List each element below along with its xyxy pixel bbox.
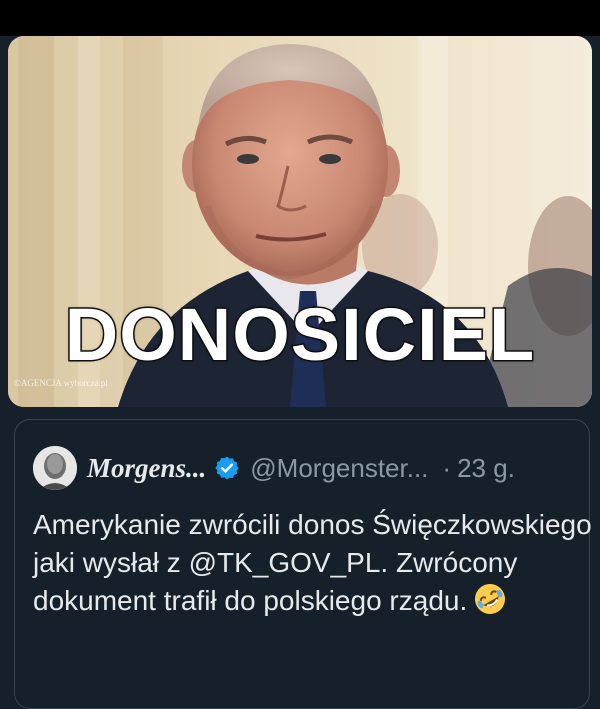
display-name[interactable]: Morgens... xyxy=(87,453,206,484)
photo-watermark: ©AGENCJA wyborcza.pl xyxy=(14,378,108,388)
quoted-tweet-body: Amerykanie zwrócili donos Święczkowskieg… xyxy=(33,509,592,616)
image-overlay-title: DONOSICIEL xyxy=(63,292,536,378)
quoted-tweet-text: Amerykanie zwrócili donos Święczkowskieg… xyxy=(33,506,593,626)
timestamp[interactable]: 23 g. xyxy=(457,453,515,484)
avatar-image xyxy=(33,446,77,490)
avatar[interactable] xyxy=(33,446,77,490)
quoted-tweet-card[interactable]: Morgens... @Morgenster... · 23 g. Ameryk… xyxy=(14,419,593,709)
top-bar xyxy=(0,0,600,36)
tweet-media-image[interactable]: DONOSICIEL ©AGENCJA wyborcza.pl xyxy=(8,36,592,407)
rolling-on-floor-laughing-icon xyxy=(473,582,507,626)
quoted-tweet-header: Morgens... @Morgenster... · 23 g. xyxy=(33,446,515,490)
verified-badge-icon xyxy=(214,455,240,481)
user-handle[interactable]: @Morgenster... xyxy=(250,453,428,484)
separator-dot: · xyxy=(442,452,452,483)
